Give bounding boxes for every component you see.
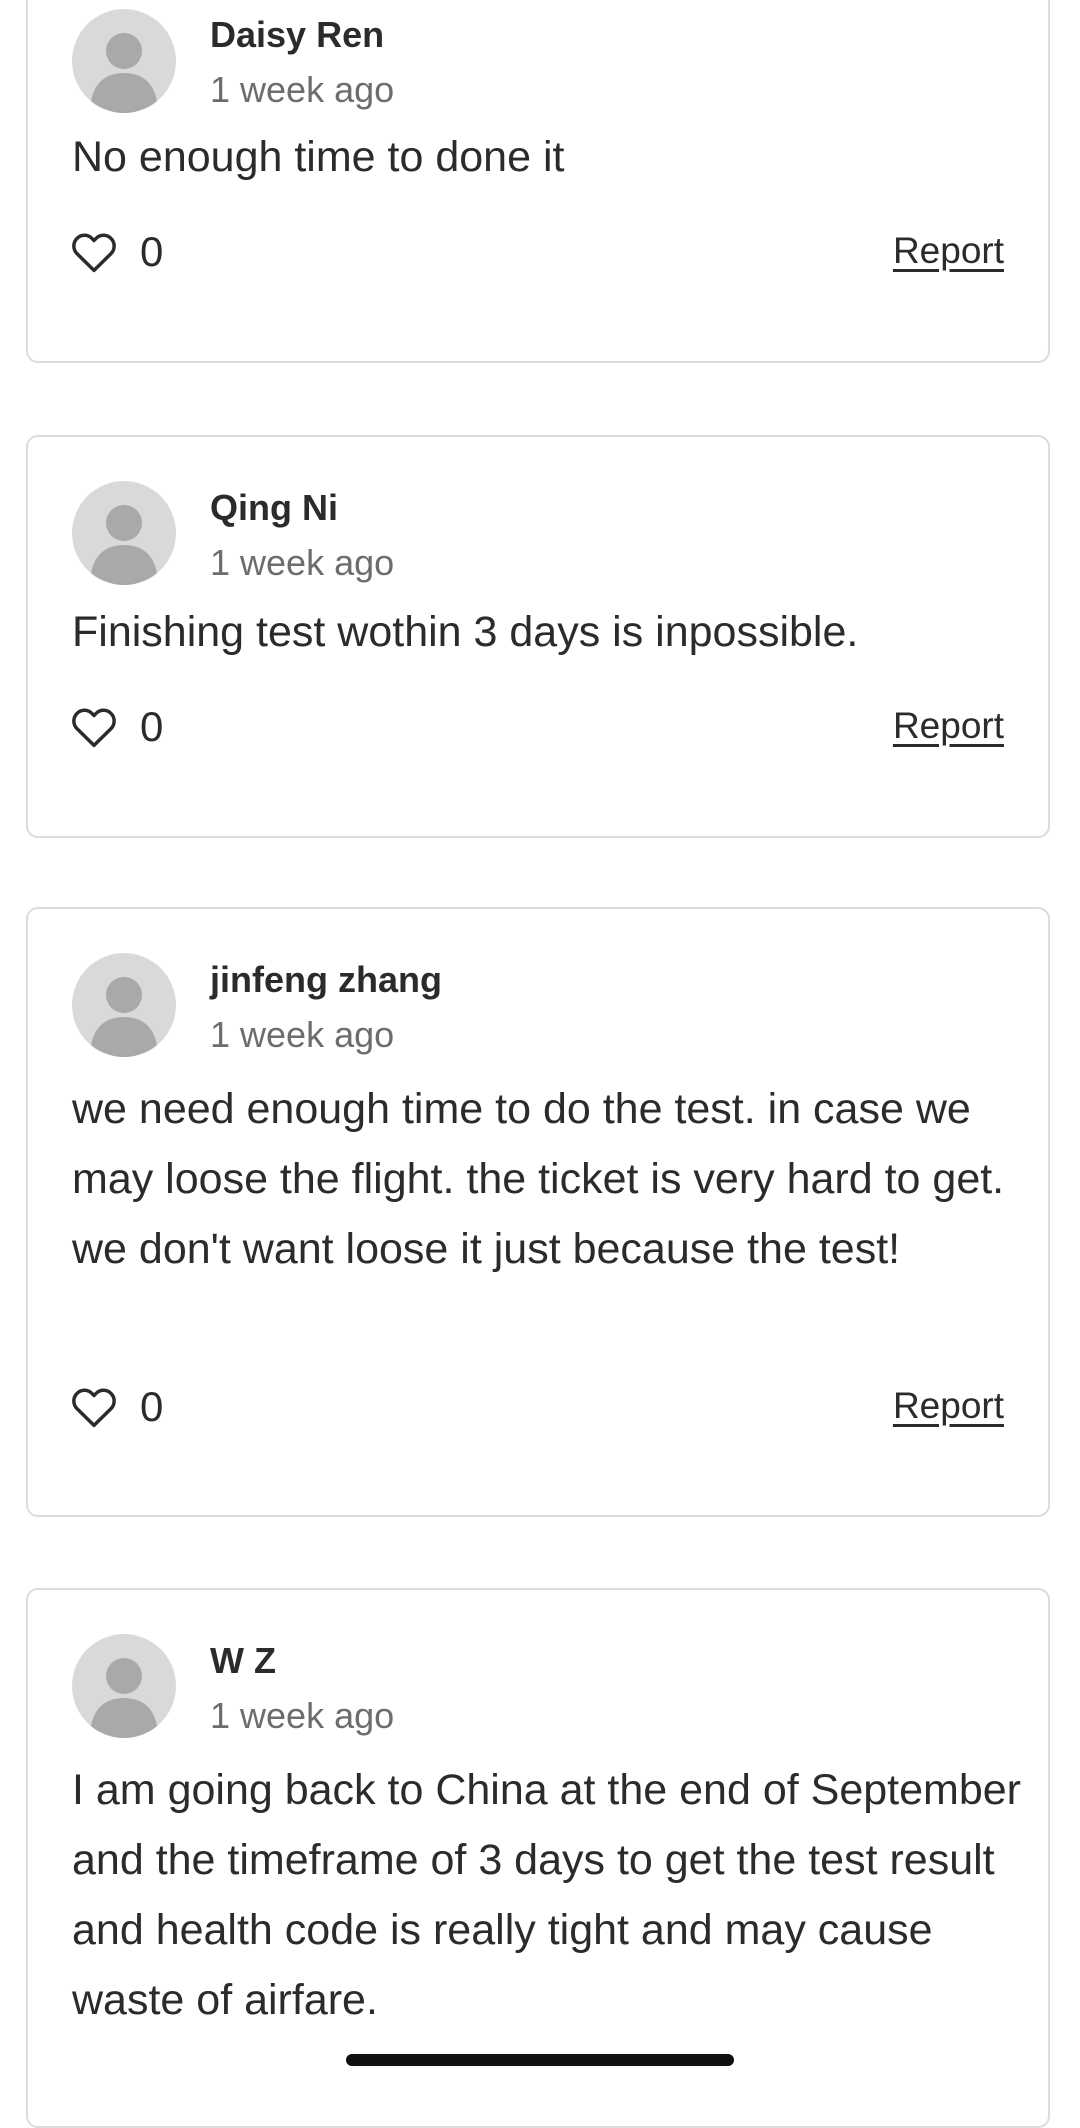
comment-timestamp: 1 week ago <box>210 69 395 110</box>
comment-card: Daisy Ren 1 week ago No enough time to d… <box>26 0 1050 363</box>
like-count: 0 <box>140 1383 164 1430</box>
avatar[interactable] <box>72 9 176 113</box>
user-placeholder-icon <box>90 977 158 1057</box>
report-link[interactable]: Report <box>893 705 1004 747</box>
like-count: 0 <box>140 703 164 750</box>
like-count: 0 <box>140 228 164 275</box>
like-button[interactable]: 0 <box>68 699 163 755</box>
comment-card: jinfeng zhang 1 week ago we need enough … <box>26 907 1050 1517</box>
user-placeholder-icon <box>90 33 158 113</box>
comment-timestamp: 1 week ago <box>210 1695 395 1736</box>
comment-card: W Z 1 week ago I am going back to China … <box>26 1588 1050 2128</box>
report-link[interactable]: Report <box>893 230 1004 272</box>
comment-text: we need enough time to do the test. in c… <box>72 1085 1005 1273</box>
comment-author[interactable]: Daisy Ren <box>210 14 384 56</box>
home-indicator[interactable] <box>346 2054 734 2066</box>
like-button[interactable]: 0 <box>68 224 163 280</box>
heart-icon[interactable] <box>68 1381 120 1433</box>
comment-text: Finishing test wothin 3 days is inpossib… <box>72 608 859 656</box>
heart-icon[interactable] <box>68 226 120 278</box>
comment-author[interactable]: W Z <box>210 1640 276 1682</box>
comment-text: No enough time to done it <box>72 133 565 181</box>
avatar[interactable] <box>72 1634 176 1738</box>
comment-timestamp: 1 week ago <box>210 1014 395 1055</box>
like-button[interactable]: 0 <box>68 1379 163 1435</box>
report-link[interactable]: Report <box>893 1385 1004 1427</box>
heart-icon[interactable] <box>68 701 120 753</box>
comment-card: Qing Ni 1 week ago Finishing test wothin… <box>26 435 1050 838</box>
comment-author[interactable]: jinfeng zhang <box>210 959 442 1001</box>
avatar[interactable] <box>72 481 176 585</box>
comment-text: I am going back to China at the end of S… <box>72 1766 1021 2024</box>
user-placeholder-icon <box>90 1658 158 1738</box>
comment-author[interactable]: Qing Ni <box>210 487 338 529</box>
comment-timestamp: 1 week ago <box>210 542 395 583</box>
avatar[interactable] <box>72 953 176 1057</box>
user-placeholder-icon <box>90 505 158 585</box>
